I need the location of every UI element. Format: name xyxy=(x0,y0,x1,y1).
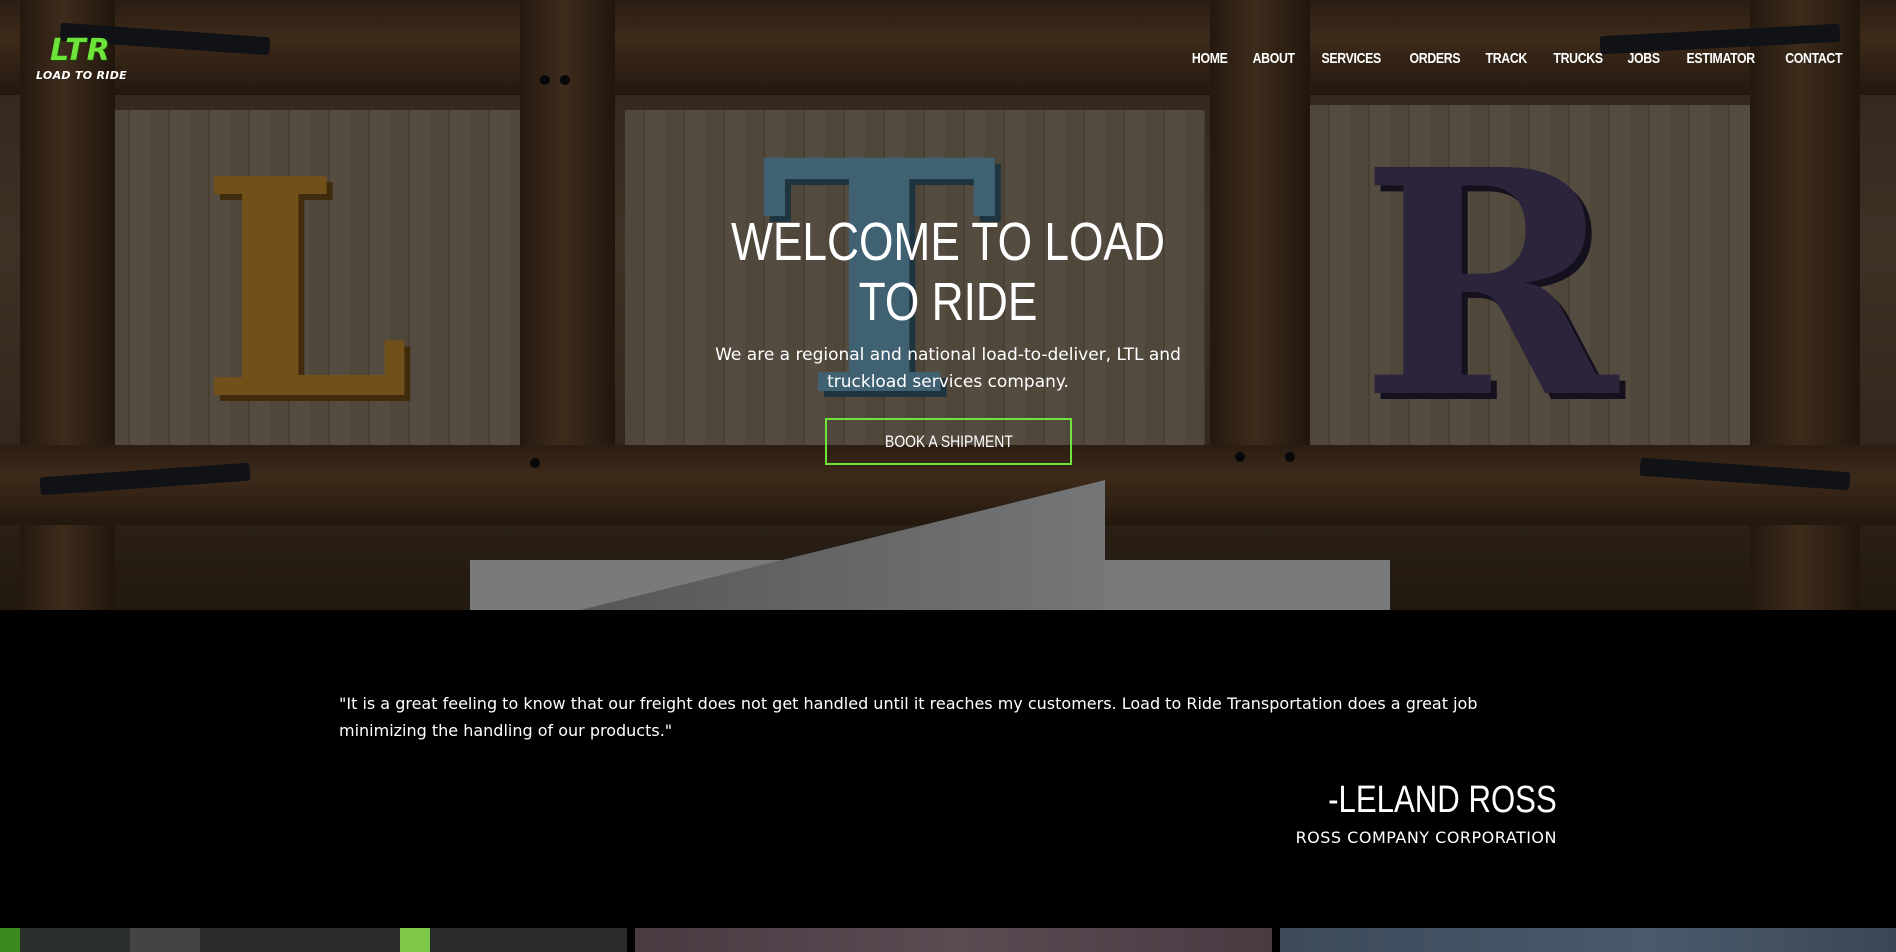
image-tile[interactable] xyxy=(635,928,1272,952)
nav-orders[interactable]: ORDERS xyxy=(1409,50,1460,67)
hero-title: WELCOME TO LOAD TO RIDE xyxy=(731,212,1165,332)
nav-services[interactable]: SERVICES xyxy=(1322,50,1382,67)
nav-trucks[interactable]: TRUCKS xyxy=(1553,50,1603,67)
logo-mark: LTR xyxy=(50,33,111,68)
hero-section: L T R LTR LOAD TO RIDE HOME ABOUT SERVIC… xyxy=(0,0,1896,610)
site-logo[interactable]: LTR LOAD TO RIDE xyxy=(36,36,136,86)
nav-track[interactable]: TRACK xyxy=(1486,50,1528,67)
hero-content: WELCOME TO LOAD TO RIDE We are a regiona… xyxy=(648,212,1248,396)
image-tile[interactable] xyxy=(0,928,627,952)
nav-jobs[interactable]: JOBS xyxy=(1628,50,1661,67)
nav-about[interactable]: ABOUT xyxy=(1252,50,1294,67)
image-tiles-row xyxy=(0,928,1896,952)
testimonial-company: ROSS COMPANY CORPORATION xyxy=(1295,828,1557,847)
main-nav: HOME ABOUT SERVICES ORDERS TRACK TRUCKS … xyxy=(1180,48,1856,67)
testimonial-quote: "It is a great feeling to know that our … xyxy=(339,694,1478,740)
hero-description: We are a regional and national load-to-d… xyxy=(715,345,1181,392)
testimonial-section: "It is a great feeling to know that our … xyxy=(0,610,1896,928)
testimonial-author: -LELAND ROSS xyxy=(1328,779,1557,821)
book-shipment-label: BOOK A SHIPMENT xyxy=(884,431,1013,451)
image-tile[interactable] xyxy=(1280,928,1896,952)
nav-contact[interactable]: CONTACT xyxy=(1785,50,1842,67)
nav-estimator[interactable]: ESTIMATOR xyxy=(1687,50,1756,67)
book-shipment-button[interactable]: BOOK A SHIPMENT xyxy=(825,418,1072,465)
logo-wordmark: LOAD TO RIDE xyxy=(36,69,127,82)
nav-home[interactable]: HOME xyxy=(1192,50,1228,67)
